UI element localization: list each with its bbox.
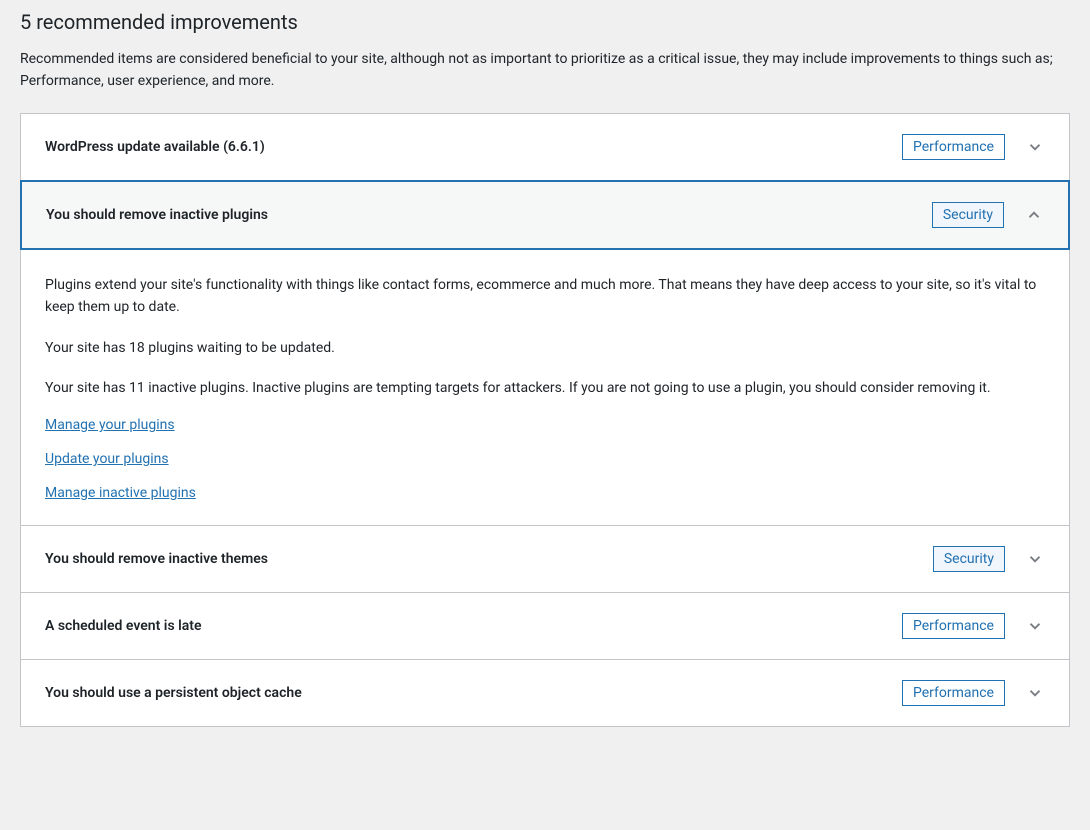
accordion-item-scheduled-event-late: A scheduled event is late Performance	[21, 593, 1069, 660]
link-item: Update your plugins	[45, 451, 1045, 467]
accordion-header[interactable]: A scheduled event is late Performance	[21, 593, 1069, 659]
accordion-item-persistent-object-cache: You should use a persistent object cache…	[21, 660, 1069, 726]
accordion-item-wordpress-update: WordPress update available (6.6.1) Perfo…	[21, 114, 1069, 181]
chevron-down-icon	[1025, 549, 1045, 569]
accordion-header[interactable]: You should remove inactive plugins Secur…	[20, 180, 1070, 250]
accordion-title: WordPress update available (6.6.1)	[45, 139, 265, 155]
chevron-down-icon	[1025, 683, 1045, 703]
body-paragraph: Your site has 11 inactive plugins. Inact…	[45, 377, 1045, 399]
improvements-accordion: WordPress update available (6.6.1) Perfo…	[20, 113, 1070, 728]
accordion-header-right: Security	[933, 546, 1045, 572]
accordion-body: Plugins extend your site's functionality…	[21, 250, 1069, 526]
body-paragraph: Your site has 18 plugins waiting to be u…	[45, 337, 1045, 359]
chevron-down-icon	[1025, 616, 1045, 636]
badge-performance: Performance	[902, 613, 1005, 639]
chevron-down-icon	[1025, 137, 1045, 157]
update-plugins-link[interactable]: Update your plugins	[45, 451, 169, 467]
link-item: Manage inactive plugins	[45, 485, 1045, 501]
accordion-header[interactable]: WordPress update available (6.6.1) Perfo…	[21, 114, 1069, 180]
accordion-title: You should use a persistent object cache	[45, 685, 302, 701]
manage-plugins-link[interactable]: Manage your plugins	[45, 417, 175, 433]
badge-security: Security	[933, 546, 1005, 572]
accordion-header-right: Performance	[902, 613, 1045, 639]
accordion-item-inactive-themes: You should remove inactive themes Securi…	[21, 526, 1069, 593]
chevron-up-icon	[1024, 205, 1044, 225]
accordion-title: You should remove inactive themes	[45, 551, 268, 567]
section-description: Recommended items are considered benefic…	[20, 48, 1070, 93]
accordion-header[interactable]: You should use a persistent object cache…	[21, 660, 1069, 726]
accordion-title: You should remove inactive plugins	[46, 207, 268, 223]
link-item: Manage your plugins	[45, 417, 1045, 433]
badge-security: Security	[932, 202, 1004, 228]
body-paragraph: Plugins extend your site's functionality…	[45, 274, 1045, 319]
accordion-header-right: Performance	[902, 134, 1045, 160]
badge-performance: Performance	[902, 680, 1005, 706]
accordion-header[interactable]: You should remove inactive themes Securi…	[21, 526, 1069, 592]
accordion-title: A scheduled event is late	[45, 618, 202, 634]
badge-performance: Performance	[902, 134, 1005, 160]
accordion-header-right: Security	[932, 202, 1044, 228]
manage-inactive-plugins-link[interactable]: Manage inactive plugins	[45, 485, 196, 501]
accordion-item-inactive-plugins: You should remove inactive plugins Secur…	[21, 180, 1069, 527]
accordion-header-right: Performance	[902, 680, 1045, 706]
section-title: 5 recommended improvements	[20, 10, 1070, 34]
